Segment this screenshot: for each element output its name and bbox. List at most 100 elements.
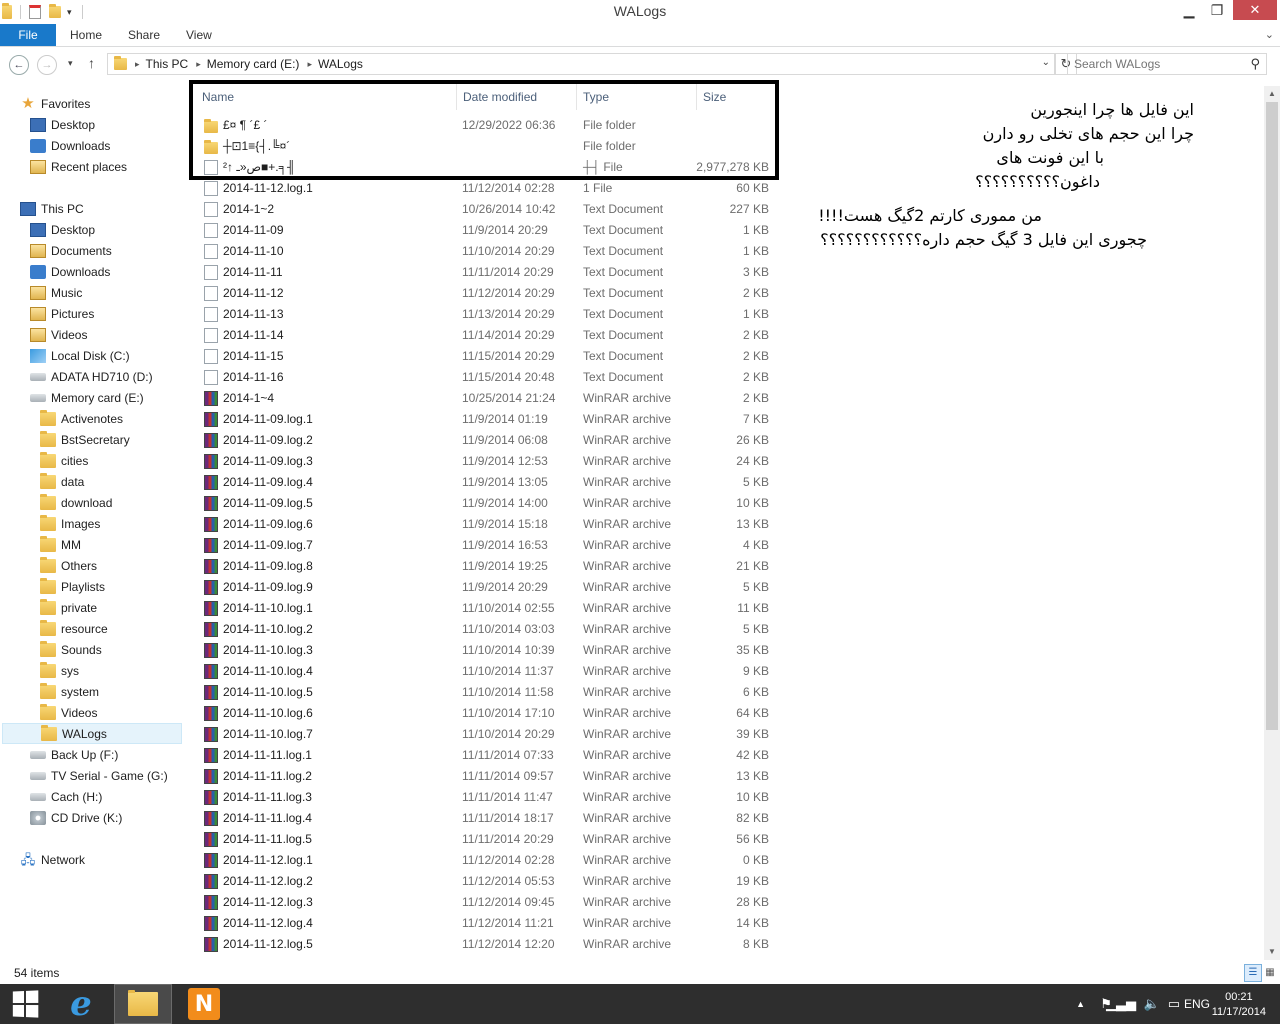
up-arrow-icon[interactable]: ↑ [88,55,95,71]
address-bar[interactable]: ▸ This PC ▸ Memory card (E:) ▸ WALogs ⌄ [107,53,1055,75]
file-row[interactable]: 2014-11-09.log.3 11/9/2014 12:53 WinRAR ar… [192,451,782,472]
scroll-up-icon[interactable]: ▲ [1266,88,1278,100]
file-row[interactable]: 2014-11-12.log.5 11/12/2014 12:20 WinRAR a… [192,934,782,955]
nav-favorites[interactable]: ★ Favorites [20,93,90,114]
chevron-right-icon[interactable]: ▸ [196,59,201,70]
nav-folder-item[interactable]: resource [40,618,108,639]
nav-folder-item[interactable]: private [40,597,97,618]
file-row[interactable]: 2014-11-10.log.5 11/10/2014 11:58 WinRAR a… [192,682,782,703]
file-row[interactable]: 2014-11-09.log.9 11/9/2014 20:29 WinRAR ar… [192,577,782,598]
nav-folder-item[interactable]: MM [40,534,81,555]
nav-fav-downloads[interactable]: Downloads [30,135,110,156]
tab-file[interactable]: File [0,24,56,46]
nav-folder-item[interactable]: cities [40,450,88,471]
chevron-right-icon[interactable]: ▸ [307,59,312,70]
file-row[interactable]: 2014-11-10.log.2 11/10/2014 03:03 WinRAR a… [192,619,782,640]
file-row[interactable]: 2014-11-11.log.2 11/11/2014 09:57 WinRAR a… [192,766,782,787]
large-icons-view-icon[interactable]: ▦ [1263,964,1277,982]
scroll-down-icon[interactable]: ▼ [1266,946,1278,958]
file-row[interactable]: 2014-11-12.log.4 11/12/2014 11:21 WinRAR a… [192,913,782,934]
back-button[interactable]: ← [9,55,29,75]
file-row[interactable]: 2014-11-11.log.4 11/11/2014 18:17 WinRAR a… [192,808,782,829]
start-button[interactable] [0,984,50,1024]
file-row[interactable]: 2014-11-13 11/13/2014 20:29 Text Document 1… [192,304,782,325]
tab-share[interactable]: Share [128,24,160,46]
file-row[interactable]: 2014-11-10.log.7 11/10/2014 20:29 WinRAR a… [192,724,782,745]
file-row[interactable]: 2014-11-12.log.3 11/12/2014 09:45 WinRAR a… [192,892,782,913]
nav-fav-recent[interactable]: Recent places [30,156,127,177]
network-signal-icon[interactable]: ▁▃▅ [1106,996,1136,1012]
breadcrumb-memory-card[interactable]: Memory card (E:) [207,57,300,71]
file-row[interactable]: 2014-11-12.log.1 11/12/2014 02:28 WinRAR a… [192,850,782,871]
nav-folder-item[interactable]: WALogs [2,723,182,744]
nav-drive-item[interactable]: Back Up (F:) [30,744,118,765]
file-row[interactable]: 2014-11-09.log.4 11/9/2014 13:05 WinRAR ar… [192,472,782,493]
keyboard-icon[interactable]: ▭ [1168,996,1180,1012]
nav-drive-item[interactable]: TV Serial - Game (G:) [30,765,168,786]
tab-view[interactable]: View [186,24,212,46]
nav-network[interactable]: 🖧 Network [20,849,85,870]
details-view-icon[interactable]: ☰ [1244,964,1262,982]
file-row[interactable]: 2014-11-09.log.5 11/9/2014 14:00 WinRAR ar… [192,493,782,514]
search-input[interactable] [1074,56,1242,72]
nav-thispc-item[interactable]: Desktop [30,219,95,240]
file-explorer-button[interactable] [114,984,172,1024]
file-row[interactable]: 2014-11-12.log.1 11/12/2014 02:28 1 File 60… [192,178,782,199]
nav-thispc-item[interactable]: Music [30,282,82,303]
nav-this-pc[interactable]: This PC [20,198,84,219]
file-row[interactable]: 2014-1~2 10/26/2014 10:42 Text Document 227… [192,199,782,220]
file-row[interactable]: 2014-11-11 11/11/2014 20:29 Text Document 3… [192,262,782,283]
nav-drive-item[interactable]: CD Drive (K:) [30,807,122,828]
nav-folder-item[interactable]: download [40,492,112,513]
nav-thispc-item[interactable]: Memory card (E:) [30,387,144,408]
file-row[interactable]: 2014-11-14 11/14/2014 20:29 Text Document 2… [192,325,782,346]
nav-folder-item[interactable]: Others [40,555,97,576]
file-row[interactable]: 2014-11-12 11/12/2014 20:29 Text Document 2… [192,283,782,304]
nav-thispc-item[interactable]: Pictures [30,303,94,324]
forward-button[interactable]: → [37,55,57,75]
file-row[interactable]: 2014-11-15 11/15/2014 20:29 Text Document 2… [192,346,782,367]
minimize-button[interactable]: ▁ [1176,0,1202,20]
breadcrumb-this-pc[interactable]: This PC [146,57,189,71]
nav-drive-item[interactable]: Cach (H:) [30,786,102,807]
file-row[interactable]: 2014-11-10.log.4 11/10/2014 11:37 WinRAR a… [192,661,782,682]
chevron-down-icon[interactable]: ⌄ [1042,57,1050,68]
nav-fav-desktop[interactable]: Desktop [30,114,95,135]
file-row[interactable]: 2014-11-10.log.6 11/10/2014 17:10 WinRAR a… [192,703,782,724]
file-row[interactable]: 2014-11-12.log.2 11/12/2014 05:53 WinRAR a… [192,871,782,892]
file-row[interactable]: 2014-11-09.log.7 11/9/2014 16:53 WinRAR ar… [192,535,782,556]
nav-thispc-item[interactable]: Local Disk (C:) [30,345,130,366]
file-row[interactable]: 2014-1~4 10/25/2014 21:24 WinRAR archive 2 … [192,388,782,409]
search-icon[interactable]: ⚲ [1250,56,1260,72]
nav-folder-item[interactable]: sys [40,660,79,681]
scroll-thumb[interactable] [1266,102,1278,730]
chevron-right-icon[interactable]: ▸ [135,59,140,70]
file-row[interactable]: 2014-11-11.log.1 11/11/2014 07:33 WinRAR a… [192,745,782,766]
nav-thispc-item[interactable]: ADATA HD710 (D:) [30,366,153,387]
nav-folder-item[interactable]: Sounds [40,639,102,660]
nav-folder-item[interactable]: Playlists [40,576,105,597]
internet-explorer-button[interactable]: e [56,984,106,1024]
file-row[interactable]: 2014-11-11.log.3 11/11/2014 11:47 WinRAR a… [192,787,782,808]
nav-thispc-item[interactable]: Videos [30,324,87,345]
nav-thispc-item[interactable]: Downloads [30,261,110,282]
nav-folder-item[interactable]: Videos [40,702,97,723]
file-row[interactable]: 2014-11-09 11/9/2014 20:29 Text Document 1 … [192,220,782,241]
maximize-button[interactable]: ❐ [1204,0,1230,20]
clock[interactable]: 00:21 11/17/2014 [1212,990,1266,1020]
show-hidden-icons-icon[interactable]: ▲ [1076,999,1085,1009]
nav-folder-item[interactable]: system [40,681,99,702]
nav-folder-item[interactable]: BstSecretary [40,429,130,450]
nav-thispc-item[interactable]: Documents [30,240,112,261]
app-n-button[interactable]: N [177,984,231,1024]
file-row[interactable]: 2014-11-09.log.8 11/9/2014 19:25 WinRAR ar… [192,556,782,577]
file-row[interactable]: 2014-11-10.log.3 11/10/2014 10:39 WinRAR a… [192,640,782,661]
file-row[interactable]: 2014-11-10.log.1 11/10/2014 02:55 WinRAR a… [192,598,782,619]
volume-icon[interactable]: 🔈 [1144,996,1160,1012]
nav-folder-item[interactable]: Images [40,513,100,534]
file-row[interactable]: 2014-11-16 11/15/2014 20:48 Text Document 2… [192,367,782,388]
nav-folder-item[interactable]: Activenotes [40,408,123,429]
tab-home[interactable]: Home [70,24,102,46]
search-box[interactable]: ⚲ [1067,53,1267,75]
input-language[interactable]: ENG [1184,997,1210,1011]
